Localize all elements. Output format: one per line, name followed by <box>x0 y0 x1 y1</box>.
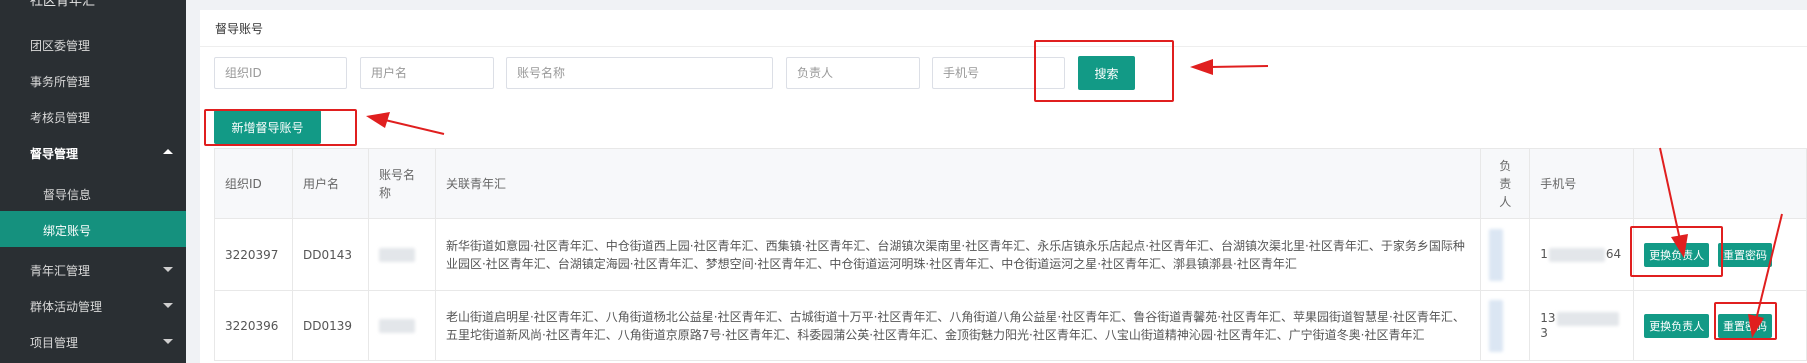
table-header-row: 组织ID 用户名 账号名称 关联青年汇 负责人 手机号 <box>214 148 1807 219</box>
redacted-owner <box>1489 299 1504 352</box>
reset-password-button[interactable]: 重置密码 <box>1718 242 1773 267</box>
cell-org-id: 3220397 <box>214 218 293 291</box>
owner-input[interactable] <box>786 57 920 89</box>
username-input[interactable] <box>360 57 494 89</box>
sidebar-item-assessors[interactable]: 考核员管理 <box>0 98 186 134</box>
cell-phone: 133 <box>1529 290 1635 361</box>
sidebar-item-label: 事务所管理 <box>30 75 91 89</box>
redacted-owner <box>1489 228 1504 281</box>
sidebar-item-label: 督导信息 <box>43 188 92 202</box>
sidebar-item-youth-club[interactable]: 社区青年汇 <box>0 0 186 10</box>
sidebar-item-label: 社区青年汇 <box>30 0 96 9</box>
sidebar-item-label: 群体活动管理 <box>30 300 103 314</box>
org-id-input[interactable] <box>214 57 347 89</box>
cell-org-id: 3220396 <box>214 290 293 361</box>
cell-phone: 1 64 <box>1529 218 1635 291</box>
redacted-account-name <box>378 247 415 262</box>
sidebar-item-offices[interactable]: 事务所管理 <box>0 62 186 98</box>
sidebar-item-supervisor-info[interactable]: 督导信息 <box>0 175 186 211</box>
account-name-input[interactable] <box>506 57 773 89</box>
chevron-down-icon <box>163 339 173 344</box>
chevron-down-icon <box>163 267 173 272</box>
sidebar-item-group-activities[interactable]: 群体活动管理 <box>0 287 186 323</box>
redacted-account-name <box>378 318 415 333</box>
sidebar-item-bind-account[interactable]: 绑定账号 <box>0 211 186 247</box>
sidebar-item-label: 青年汇管理 <box>30 264 91 278</box>
column-header-owner: 负责人 <box>1480 148 1531 219</box>
sidebar-item-projects[interactable]: 项目管理 <box>0 323 186 359</box>
change-owner-button[interactable]: 更换负责人 <box>1644 242 1710 267</box>
phone-suffix: 3 <box>1540 325 1548 340</box>
cell-username: DD0139 <box>291 290 369 361</box>
chevron-down-icon <box>163 303 173 308</box>
column-header-org-id: 组织ID <box>214 148 293 219</box>
phone-input[interactable] <box>932 57 1065 89</box>
cell-owner <box>1480 218 1531 291</box>
cell-linked-clubs: 老山街道启明星·社区青年汇、八角街道杨北公益星·社区青年汇、古城街道十万平·社区… <box>434 290 1482 361</box>
divider <box>200 46 1807 47</box>
cell-account-name <box>367 218 436 291</box>
column-header-actions <box>1633 148 1807 219</box>
redacted-phone <box>1548 247 1605 262</box>
chevron-up-icon <box>163 149 173 154</box>
table-row: 3220396 DD0139 老山街道启明星·社区青年汇、八角街道杨北公益星·社… <box>214 290 1807 361</box>
cell-username: DD0143 <box>291 218 369 291</box>
cell-owner <box>1480 290 1531 361</box>
redacted-phone <box>1556 311 1619 326</box>
sidebar-item-label: 绑定账号 <box>43 224 92 238</box>
column-header-username: 用户名 <box>291 148 369 219</box>
change-owner-button[interactable]: 更换负责人 <box>1644 313 1710 338</box>
cell-linked-clubs: 新华街道如意园·社区青年汇、中仓街道西上园·社区青年汇、西集镇·社区青年汇、台湖… <box>434 218 1482 291</box>
panel-title: 督导账号 <box>215 22 264 36</box>
column-header-phone: 手机号 <box>1529 148 1635 219</box>
phone-prefix: 13 <box>1540 311 1556 326</box>
cell-account-name <box>367 290 436 361</box>
add-supervisor-account-button[interactable]: 新增督导账号 <box>214 110 321 144</box>
sidebar: 社区青年汇 团区委管理 事务所管理 考核员管理 督导管理 督导信息 绑定账号 青… <box>0 0 186 363</box>
phone-prefix: 1 <box>1540 247 1548 262</box>
sidebar-item-label: 项目管理 <box>30 336 79 350</box>
reset-password-button[interactable]: 重置密码 <box>1718 313 1773 338</box>
accounts-table: 组织ID 用户名 账号名称 关联青年汇 负责人 手机号 3220397 DD01… <box>214 148 1807 361</box>
sidebar-item-supervision[interactable]: 督导管理 <box>0 134 186 170</box>
table-row: 3220397 DD0143 新华街道如意园·社区青年汇、中仓街道西上园·社区青… <box>214 218 1807 291</box>
cell-actions: 更换负责人 重置密码 <box>1633 290 1807 361</box>
search-button[interactable]: 搜索 <box>1078 56 1135 90</box>
sidebar-item-youth-club-manage[interactable]: 青年汇管理 <box>0 251 186 287</box>
phone-suffix: 64 <box>1605 247 1622 262</box>
sidebar-item-label: 团区委管理 <box>30 39 91 53</box>
sidebar-item-label: 考核员管理 <box>30 111 91 125</box>
cell-actions: 更换负责人 重置密码 <box>1633 218 1807 291</box>
column-header-account-name: 账号名称 <box>367 148 436 219</box>
sidebar-item-district-committee[interactable]: 团区委管理 <box>0 26 186 62</box>
sidebar-item-label: 督导管理 <box>30 147 79 161</box>
column-header-owner-label: 负责人 <box>1499 158 1512 209</box>
column-header-linked-clubs: 关联青年汇 <box>434 148 1482 219</box>
